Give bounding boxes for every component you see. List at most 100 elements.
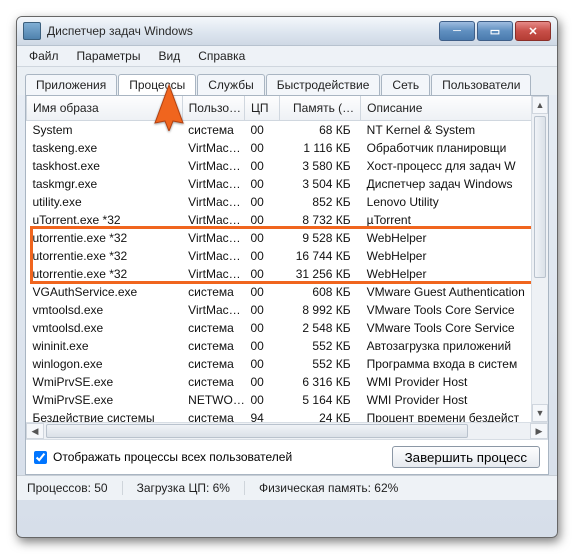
menu-help[interactable]: Справка [194,48,249,64]
cell-memory: 6 316 КБ [280,373,361,391]
end-process-button[interactable]: Завершить процесс [392,446,540,468]
menu-file[interactable]: Файл [25,48,63,64]
scroll-thumb[interactable] [534,116,546,278]
scroll-right-icon[interactable]: ▶ [530,423,548,439]
show-all-users-checkbox[interactable]: Отображать процессы всех пользователей [34,450,292,464]
cell-name: uTorrent.exe *32 [27,211,183,229]
cell-user: VirtMac… [182,229,244,247]
cell-name: WmiPrvSE.exe [27,391,183,409]
table-row[interactable]: vmtoolsd.exeVirtMac…008 992 КБVMware Too… [27,301,548,319]
scroll-down-icon[interactable]: ▼ [532,404,548,422]
cell-description: VMware Guest Authentication [361,283,548,301]
cell-memory: 552 КБ [280,337,361,355]
cell-description: µTorrent [361,211,548,229]
table-row[interactable]: taskmgr.exeVirtMac…003 504 КБДиспетчер з… [27,175,548,193]
close-button[interactable]: ✕ [515,21,551,41]
cell-name: taskmgr.exe [27,175,183,193]
cell-memory: 1 116 КБ [280,139,361,157]
col-header-user[interactable]: Пользо… [182,96,244,121]
cell-description: Автозагрузка приложений [361,337,548,355]
task-manager-window: Диспетчер задач Windows ─ ▭ ✕ Файл Парам… [16,16,558,538]
cell-cpu: 00 [244,283,279,301]
cell-memory: 9 528 КБ [280,229,361,247]
cell-user: VirtMac… [182,247,244,265]
table-row[interactable]: utility.exeVirtMac…00852 КБLenovo Utilit… [27,193,548,211]
menu-options[interactable]: Параметры [73,48,145,64]
scroll-up-icon[interactable]: ▲ [532,96,548,114]
tabstrip: Приложения Процессы Службы Быстродействи… [17,67,557,95]
cell-name: taskhost.exe [27,157,183,175]
cell-memory: 608 КБ [280,283,361,301]
col-header-memory[interactable]: Память (… [280,96,361,121]
col-header-image-name[interactable]: Имя образа [27,96,183,121]
cell-user: система [182,355,244,373]
cell-user: VirtMac… [182,157,244,175]
statusbar: Процессов: 50 Загрузка ЦП: 6% Физическая… [17,475,557,500]
cell-memory: 552 КБ [280,355,361,373]
table-row[interactable]: utorrentie.exe *32VirtMac…009 528 КБWebH… [27,229,548,247]
cell-description: WebHelper [361,265,548,283]
tab-services[interactable]: Службы [197,74,264,95]
cell-name: WmiPrvSE.exe [27,373,183,391]
cell-user: VirtMac… [182,175,244,193]
cell-description: WMI Provider Host [361,391,548,409]
status-cpu: Загрузка ЦП: 6% [137,481,245,495]
cell-cpu: 00 [244,391,279,409]
tab-networking[interactable]: Сеть [381,74,430,95]
table-row[interactable]: Бездействие системысистема9424 КБПроцент… [27,409,548,422]
tab-performance[interactable]: Быстродействие [266,74,381,95]
cell-cpu: 00 [244,355,279,373]
table-row[interactable]: Systemсистема0068 КБNT Kernel & System [27,121,548,140]
minimize-button[interactable]: ─ [439,21,475,41]
cell-user: VirtMac… [182,193,244,211]
app-icon [23,22,41,40]
cell-user: система [182,283,244,301]
col-header-description[interactable]: Описание [361,96,548,121]
cell-name: vmtoolsd.exe [27,301,183,319]
process-table: Имя образа Пользо… ЦП Память (… Описание… [26,96,548,422]
horizontal-scrollbar[interactable]: ◀ ▶ [26,422,548,439]
table-row[interactable]: taskhost.exeVirtMac…003 580 КБХост-проце… [27,157,548,175]
process-panel: Имя образа Пользо… ЦП Память (… Описание… [25,95,549,475]
cell-name: wininit.exe [27,337,183,355]
table-row[interactable]: utorrentie.exe *32VirtMac…0031 256 КБWeb… [27,265,548,283]
menubar: Файл Параметры Вид Справка [17,46,557,67]
table-row[interactable]: WmiPrvSE.exeNETWO…005 164 КБWMI Provider… [27,391,548,409]
tab-applications[interactable]: Приложения [25,74,117,95]
table-row[interactable]: winlogon.exeсистема00552 КБПрограмма вхо… [27,355,548,373]
cell-cpu: 00 [244,157,279,175]
tab-users[interactable]: Пользователи [431,74,531,95]
status-processes: Процессов: 50 [27,481,123,495]
cell-cpu: 94 [244,409,279,422]
cell-cpu: 00 [244,193,279,211]
cell-cpu: 00 [244,319,279,337]
cell-name: utorrentie.exe *32 [27,265,183,283]
table-row[interactable]: uTorrent.exe *32VirtMac…008 732 КБµTorre… [27,211,548,229]
maximize-button[interactable]: ▭ [477,21,513,41]
table-row[interactable]: wininit.exeсистема00552 КБАвтозагрузка п… [27,337,548,355]
table-row[interactable]: taskeng.exeVirtMac…001 116 КБОбработчик … [27,139,548,157]
table-row[interactable]: utorrentie.exe *32VirtMac…0016 744 КБWeb… [27,247,548,265]
col-header-cpu[interactable]: ЦП [244,96,279,121]
hscroll-thumb[interactable] [46,424,468,438]
table-row[interactable]: VGAuthService.exeсистема00608 КБVMware G… [27,283,548,301]
cell-cpu: 00 [244,175,279,193]
process-grid-wrap: Имя образа Пользо… ЦП Память (… Описание… [26,96,548,422]
cell-description: Программа входа в систем [361,355,548,373]
cell-cpu: 00 [244,229,279,247]
menu-view[interactable]: Вид [154,48,184,64]
cell-user: система [182,337,244,355]
cell-user: система [182,319,244,337]
cell-name: vmtoolsd.exe [27,319,183,337]
tab-processes[interactable]: Процессы [118,74,196,95]
table-row[interactable]: vmtoolsd.exeсистема002 548 КБVMware Tool… [27,319,548,337]
show-all-users-input[interactable] [34,451,47,464]
vertical-scrollbar[interactable]: ▲ ▼ [531,96,548,422]
scroll-left-icon[interactable]: ◀ [26,423,44,439]
cell-user: VirtMac… [182,265,244,283]
titlebar[interactable]: Диспетчер задач Windows ─ ▭ ✕ [17,17,557,46]
cell-memory: 3 580 КБ [280,157,361,175]
cell-description: Диспетчер задач Windows [361,175,548,193]
table-row[interactable]: WmiPrvSE.exeсистема006 316 КБWMI Provide… [27,373,548,391]
cell-cpu: 00 [244,337,279,355]
